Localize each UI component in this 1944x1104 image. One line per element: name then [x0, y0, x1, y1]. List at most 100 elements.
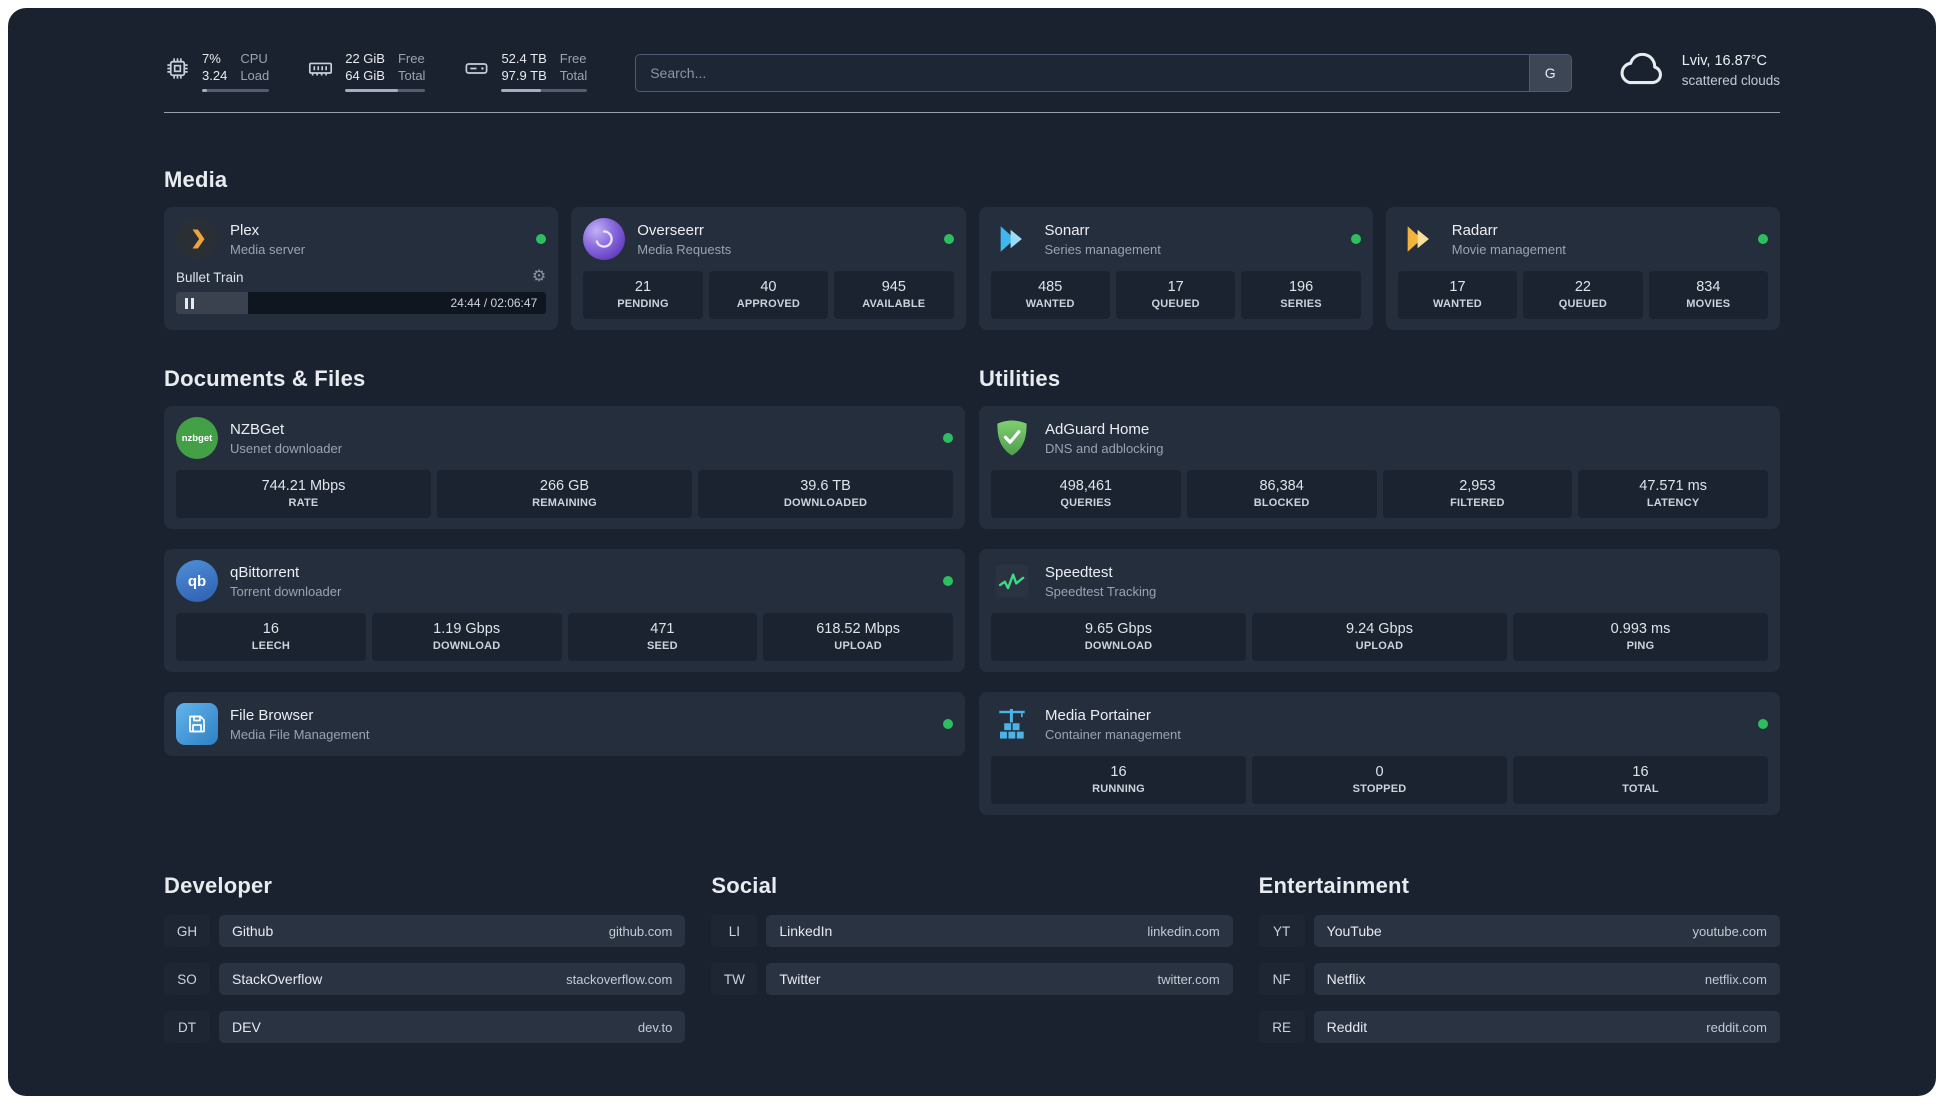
bookmark-url: twitter.com	[1157, 971, 1220, 987]
bookmark-url: netflix.com	[1704, 971, 1767, 987]
card-subtitle: Speedtest Tracking	[1045, 583, 1157, 599]
card-title: AdGuard Home	[1045, 420, 1150, 438]
bookmark-github[interactable]: GH Github github.com	[164, 915, 686, 947]
stat-label: PENDING	[617, 298, 669, 310]
stat-value: 9.65 Gbps	[1085, 621, 1152, 637]
status-dot	[943, 719, 953, 729]
bookmark-netflix[interactable]: NF Netflix netflix.com	[1258, 963, 1780, 995]
stat-label: QUEUED	[1151, 298, 1200, 310]
bookmark-stackoverflow[interactable]: SO StackOverflow stackoverflow.com	[164, 963, 686, 995]
stat-label: QUERIES	[1060, 497, 1112, 509]
stat-value: 86,384	[1259, 478, 1304, 494]
stat-value: 40	[760, 279, 777, 295]
card-title: Plex	[230, 221, 260, 239]
stat-value: 0	[1375, 764, 1384, 780]
card-subtitle: Media server	[230, 241, 306, 257]
sonarr-icon	[991, 218, 1033, 260]
bookmark-name: Netflix	[1326, 971, 1366, 987]
disk-total-label: Total	[559, 68, 588, 83]
bookmark-name: DEV	[232, 1019, 261, 1035]
bookmark-group-social: Social LI LinkedIn linkedin.com TW Twitt…	[711, 873, 1233, 1059]
disk-icon	[463, 55, 490, 82]
stat: 945 AVAILABLE	[834, 271, 954, 319]
section-heading-media: Media	[164, 167, 228, 192]
memory-total-label: Total	[397, 68, 426, 83]
qbittorrent-icon: qb	[176, 560, 218, 602]
stat: 16 RUNNING	[991, 756, 1246, 804]
card-title: qBittorrent	[230, 563, 300, 581]
stat: 471 SEED	[567, 613, 758, 661]
cpu-load-value: 3.24	[202, 68, 228, 83]
bookmark-youtube[interactable]: YT YouTube youtube.com	[1258, 915, 1780, 947]
sonarr-link[interactable]: Sonarr Series management	[991, 218, 1361, 260]
stat-label: WANTED	[1433, 298, 1482, 310]
stat-label: BLOCKED	[1253, 497, 1310, 509]
bookmark-name: Github	[232, 923, 274, 939]
card-subtitle: Container management	[1045, 726, 1181, 742]
stat-value: 9.24 Gbps	[1346, 621, 1413, 637]
stat: 47.571 ms LATENCY	[1578, 470, 1768, 518]
memory-free-label: Free	[397, 51, 425, 66]
overseerr-link[interactable]: Overseerr Media Requests	[583, 218, 954, 260]
bookmark-url: linkedin.com	[1147, 923, 1220, 939]
playback-progress-bar[interactable]: 24:44 / 02:06:47	[176, 292, 547, 314]
search-provider-button[interactable]: G	[1528, 55, 1571, 91]
bookmark-linkedin[interactable]: LI LinkedIn linkedin.com	[711, 915, 1233, 947]
stat-label: STOPPED	[1352, 783, 1407, 795]
bookmark-twitter[interactable]: TW Twitter twitter.com	[711, 963, 1233, 995]
stat-label: SERIES	[1280, 298, 1322, 310]
topbar-divider	[164, 112, 1780, 113]
plex-now-playing-widget: Bullet Train ⚙ 24:44 / 02:06:47	[176, 269, 547, 314]
bookmark-name: LinkedIn	[779, 923, 833, 939]
adguard-link[interactable]: AdGuard Home DNS and adblocking	[991, 417, 1768, 459]
stat-value: 485	[1038, 279, 1063, 295]
status-dot	[943, 234, 954, 244]
portainer-link[interactable]: Media Portainer Container management	[991, 703, 1768, 745]
card-subtitle: Media Requests	[637, 241, 732, 257]
bookmark-dev[interactable]: DT DEV dev.to	[164, 1011, 686, 1043]
bookmark-url: stackoverflow.com	[566, 971, 673, 987]
speedtest-icon	[991, 560, 1033, 602]
speedtest-link[interactable]: Speedtest Speedtest Tracking	[991, 560, 1768, 602]
cpu-label: CPU	[240, 51, 268, 66]
nzbget-link[interactable]: nzbget NZBGet Usenet downloader	[176, 417, 953, 459]
bookmark-reddit[interactable]: RE Reddit reddit.com	[1258, 1011, 1780, 1043]
stat-label: TOTAL	[1622, 783, 1659, 795]
bookmark-group-entertainment: Entertainment YT YouTube youtube.com NF …	[1258, 873, 1780, 1059]
stat-label: RATE	[288, 497, 319, 509]
qbittorrent-link[interactable]: qb qBittorrent Torrent downloader	[176, 560, 953, 602]
bookmark-abbr: DT	[164, 1011, 210, 1043]
status-dot	[1758, 234, 1768, 244]
stat: 0 STOPPED	[1252, 756, 1507, 804]
weather-condition: scattered clouds	[1681, 73, 1780, 88]
stat: 498,461 QUERIES	[991, 470, 1181, 518]
filebrowser-link[interactable]: File Browser Media File Management	[176, 703, 953, 745]
card-filebrowser: File Browser Media File Management	[164, 692, 965, 756]
radarr-link[interactable]: Radarr Movie management	[1398, 218, 1768, 260]
stat: 196 SERIES	[1241, 271, 1361, 319]
radarr-icon	[1398, 218, 1440, 260]
card-overseerr: Overseerr Media Requests 21 PENDING 40 A…	[571, 207, 966, 330]
stat: 9.24 Gbps UPLOAD	[1252, 613, 1507, 661]
nzbget-icon-label: nzbget	[181, 432, 213, 444]
pause-button[interactable]	[176, 297, 203, 309]
resource-widgets: 7% 3.24 CPU Load 22 GiB 64 GiB Free Tota…	[164, 50, 588, 92]
plex-link[interactable]: Plex Media server	[176, 218, 547, 260]
section-heading-entertainment: Entertainment	[1258, 873, 1410, 898]
cloud-icon	[1616, 52, 1668, 90]
stat-value: 16	[1110, 764, 1127, 780]
stat-value: 834	[1696, 279, 1721, 295]
stat-label: LATENCY	[1646, 497, 1700, 509]
stat: 1.19 Gbps DOWNLOAD	[371, 613, 562, 661]
bookmark-abbr: YT	[1258, 915, 1305, 947]
settings-gear-icon[interactable]: ⚙	[532, 269, 546, 285]
stat-value: 2,953	[1459, 478, 1496, 494]
cpu-load-label: Load	[240, 68, 270, 83]
search-input[interactable]	[636, 55, 1529, 91]
stat-value: 618.52 Mbps	[816, 621, 901, 637]
bookmark-abbr: LI	[711, 915, 758, 947]
bookmark-abbr: NF	[1258, 963, 1305, 995]
bookmark-url: dev.to	[637, 1019, 673, 1035]
stat-value: 266 GB	[539, 478, 590, 494]
bookmark-abbr: RE	[1258, 1011, 1305, 1043]
